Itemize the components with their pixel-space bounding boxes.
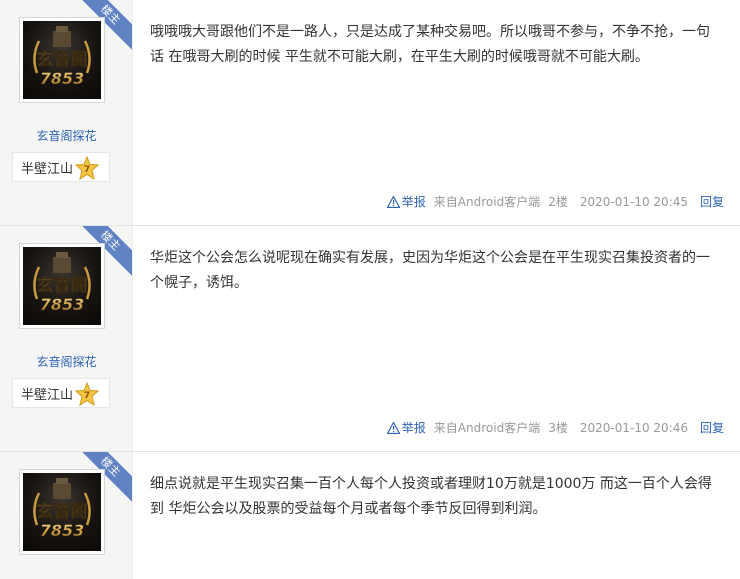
username-link[interactable]: 玄音阁探花 (0, 127, 132, 144)
author-panel: 楼主 玄音阁 7853 (0, 226, 133, 452)
level-star-icon: 7 (75, 156, 99, 180)
avatar[interactable]: 玄音阁 7853 (19, 17, 105, 103)
report-label: 举报 (401, 195, 426, 209)
badge-label: 半壁江山 (21, 161, 74, 177)
floor-number: 2楼 (548, 195, 568, 209)
client-source: 来自Android客户端 (433, 195, 541, 209)
level-badge[interactable]: 半壁江山 7 (12, 152, 110, 182)
avatar[interactable]: 玄音阁 7853 (19, 469, 105, 555)
post-footer: 举报 来自Android客户端 3楼 2020-01-10 20:46 回复 (386, 419, 724, 436)
report-link[interactable]: 举报 (386, 419, 426, 436)
svg-text:7: 7 (84, 391, 90, 401)
level-star-icon: 7 (75, 382, 99, 406)
post-content: 细点说就是平生现实召集一百个人每个人投资或者理财10万就是1000万 而这一百个… (150, 476, 712, 517)
post-floor-3: 楼主 玄音阁 7853 玄音阁探花 半壁江山 7 华炬这个公会怎么说呢现在确实有… (0, 226, 740, 452)
xuanyinge-logo-icon: 玄音阁 7853 (23, 247, 101, 325)
avatar[interactable]: 玄音阁 7853 (19, 243, 105, 329)
post-body: 华炬这个公会怎么说呢现在确实有发展，史因为华炬这个公会是在平生现实召集投资者的一… (133, 226, 740, 452)
badge-label: 半壁江山 (21, 387, 74, 403)
client-source: 来自Android客户端 (433, 421, 541, 435)
warning-icon (386, 421, 400, 434)
xuanyinge-logo-icon: 玄音阁 7853 (23, 473, 101, 551)
post-floor-4: 楼主 玄音阁 7853 细点说就是平生现实召集一百个人每个人投资或者理财10万就… (0, 452, 740, 579)
svg-text:玄音阁: 玄音阁 (37, 501, 88, 522)
floor-number: 3楼 (548, 421, 568, 435)
author-panel: 楼主 玄音阁 7853 (0, 452, 133, 579)
username-link[interactable]: 玄音阁探花 (0, 353, 132, 370)
post-body: 哦哦哦大哥跟他们不是一路人，只是达成了某种交易吧。所以哦哥不参与，不争不抢，一句… (133, 0, 740, 226)
level-badge[interactable]: 半壁江山 7 (12, 378, 110, 408)
svg-text:玄音阁: 玄音阁 (37, 275, 88, 296)
report-label: 举报 (401, 421, 426, 435)
post-time: 2020-01-10 20:45 (579, 194, 688, 209)
svg-text:7: 7 (84, 165, 90, 175)
post-body: 细点说就是平生现实召集一百个人每个人投资或者理财10万就是1000万 而这一百个… (133, 452, 740, 579)
svg-text:7853: 7853 (40, 521, 85, 540)
xuanyinge-logo-icon: 玄音阁 7853 (23, 21, 101, 99)
reply-link[interactable]: 回复 (700, 419, 724, 436)
reply-link[interactable]: 回复 (700, 193, 724, 210)
author-panel: 楼主 玄音阁 7853 (0, 0, 133, 226)
post-floor-2: 楼主 玄音阁 7853 玄音阁探花 半壁江山 7 哦哦哦大哥跟他们不是一路人，只… (0, 0, 740, 226)
svg-text:玄音阁: 玄音阁 (37, 49, 88, 70)
svg-text:7853: 7853 (40, 295, 85, 314)
post-footer: 举报 来自Android客户端 2楼 2020-01-10 20:45 回复 (386, 193, 724, 210)
warning-icon (386, 195, 400, 208)
post-content: 华炬这个公会怎么说呢现在确实有发展，史因为华炬这个公会是在平生现实召集投资者的一… (150, 250, 710, 291)
post-thread: 楼主 玄音阁 7853 玄音阁探花 半壁江山 7 哦哦哦大哥跟他们不是一路人，只… (0, 0, 740, 579)
svg-text:7853: 7853 (40, 69, 85, 88)
post-content: 哦哦哦大哥跟他们不是一路人，只是达成了某种交易吧。所以哦哥不参与，不争不抢，一句… (150, 24, 710, 65)
report-link[interactable]: 举报 (386, 193, 426, 210)
post-time: 2020-01-10 20:46 (579, 420, 688, 435)
